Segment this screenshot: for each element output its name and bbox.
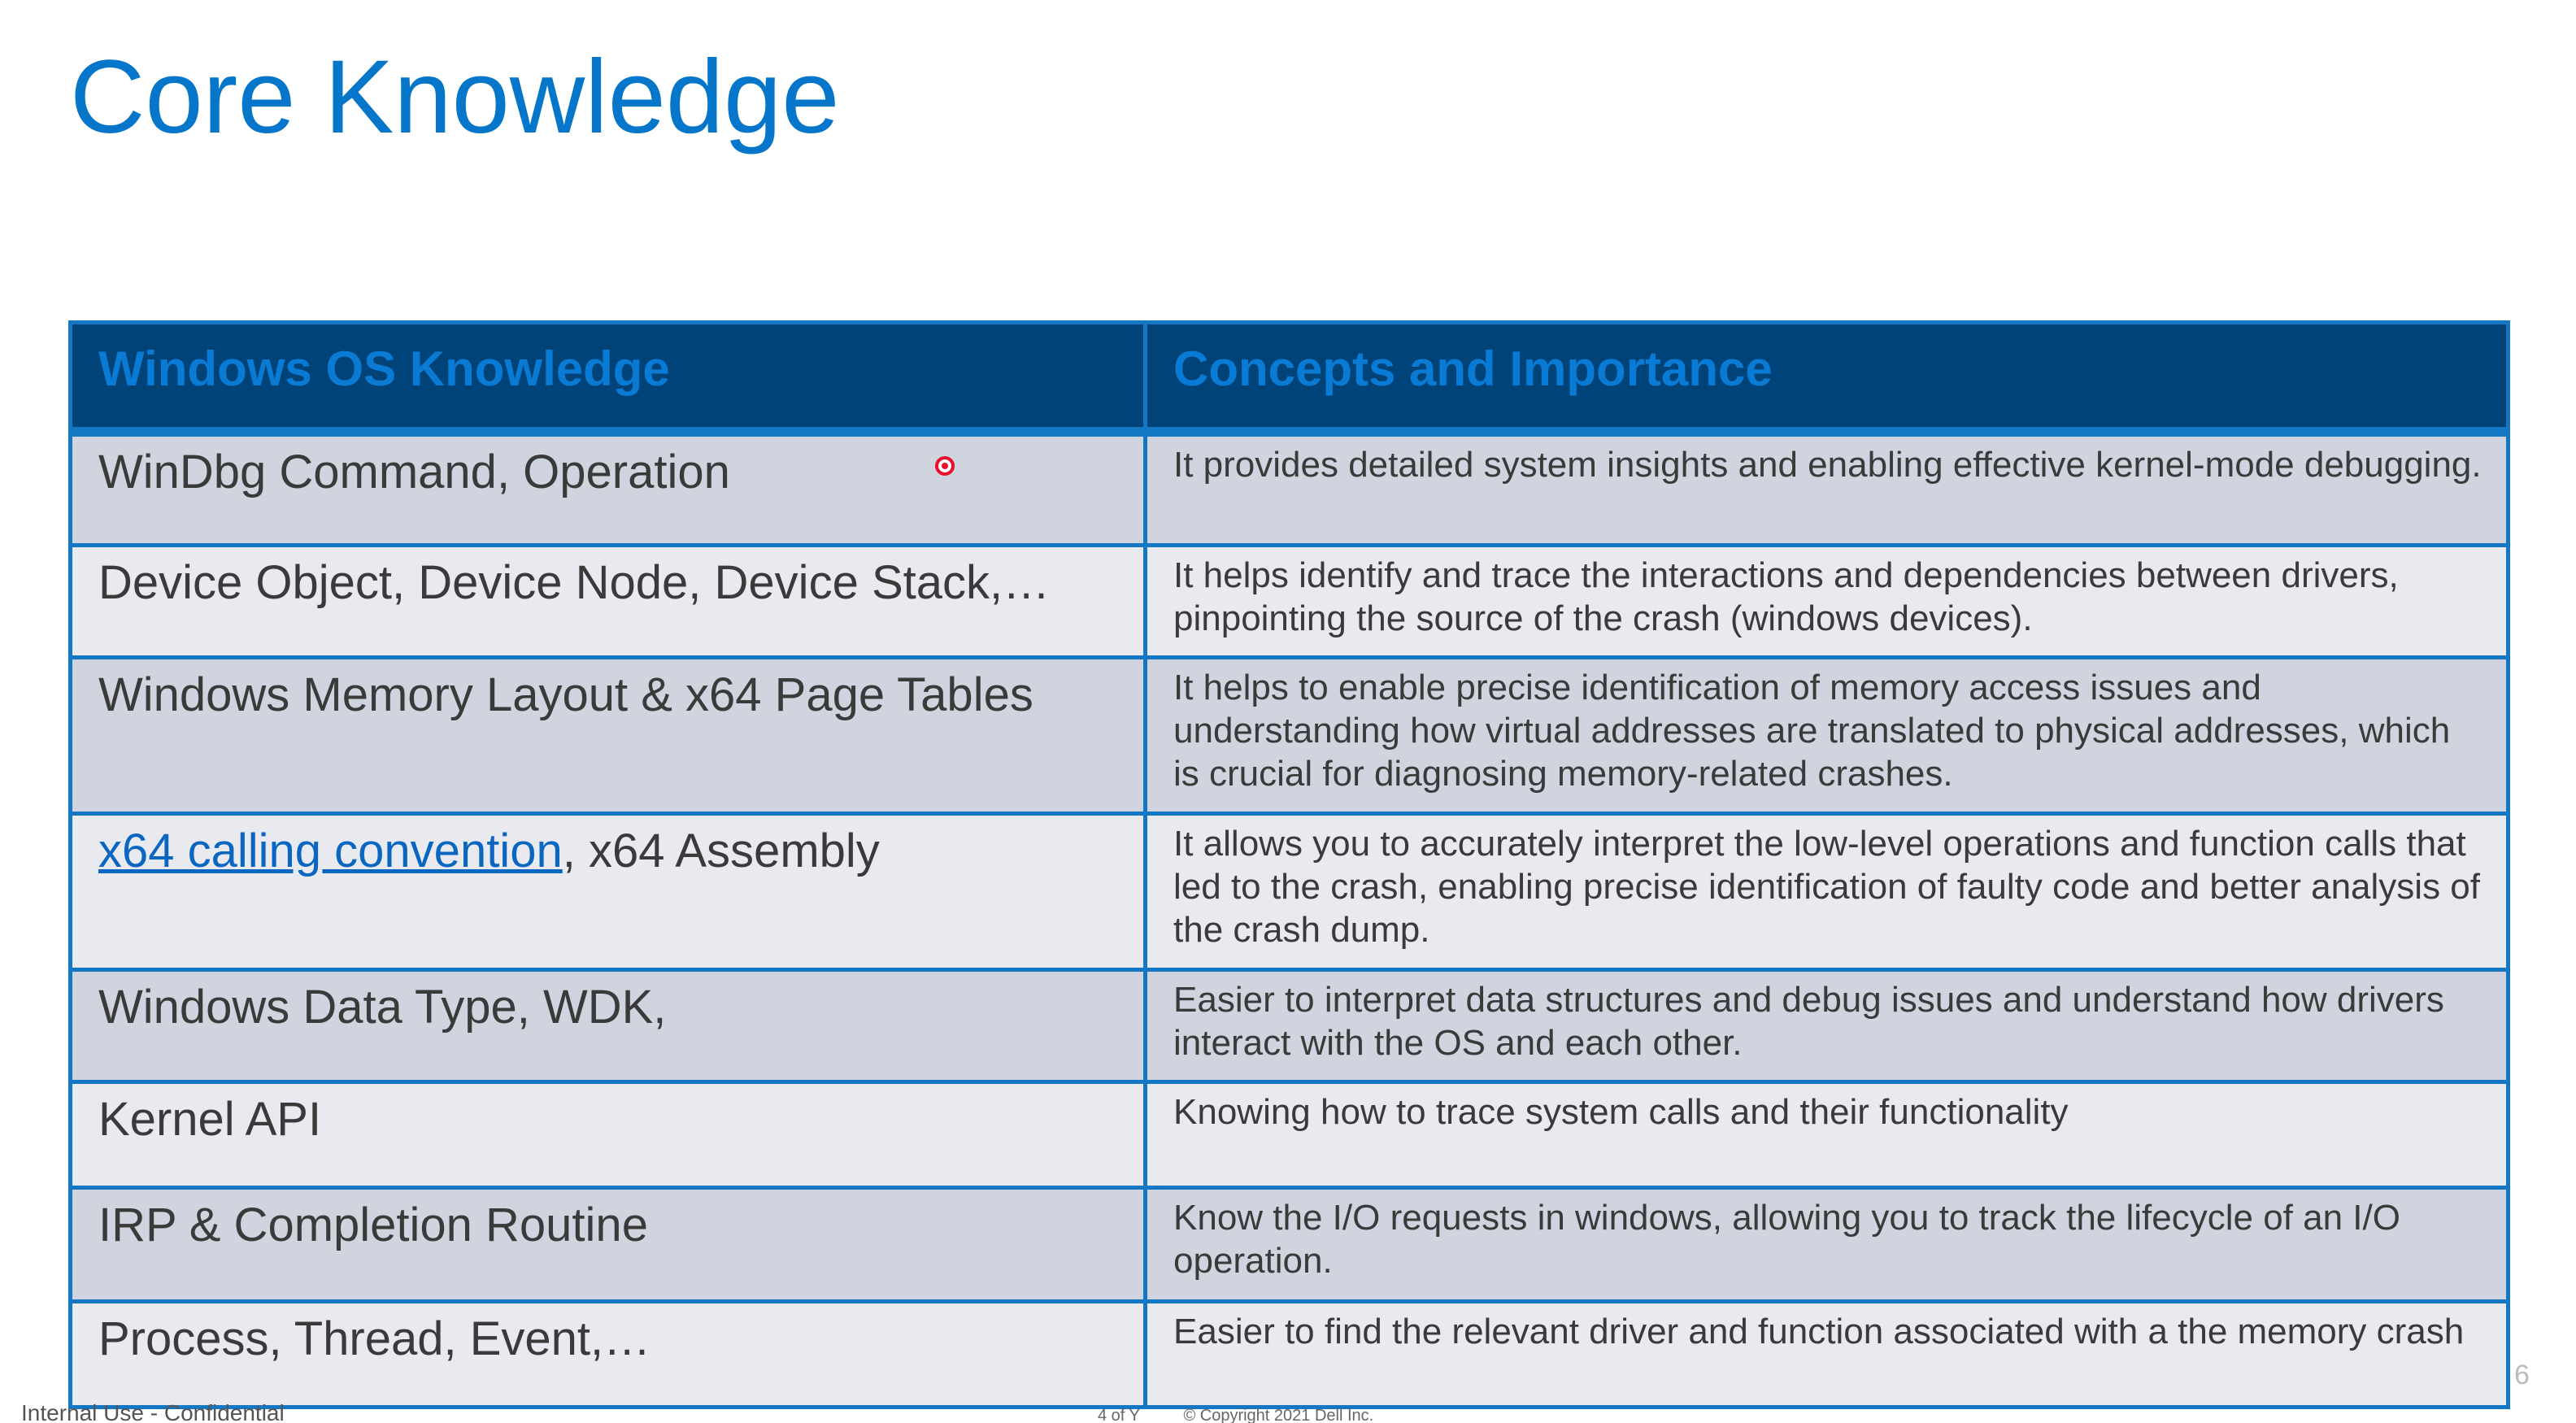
slide-title: Core Knowledge	[70, 39, 840, 155]
concept-cell: Easier to find the relevant driver and f…	[1143, 1299, 2510, 1409]
page-number: 6	[2514, 1360, 2530, 1390]
topic-rest-text: , x64 Assembly	[562, 825, 880, 877]
table-row: WinDbg Command, Operation It provides de…	[68, 429, 2510, 547]
topic-cell: Device Object, Device Node, Device Stack…	[68, 543, 1147, 659]
concept-cell: Knowing how to trace system calls and th…	[1143, 1080, 2510, 1190]
concept-cell: Easier to interpret data structures and …	[1143, 968, 2510, 1084]
table-header-row: Windows OS Knowledge Concepts and Import…	[68, 320, 2510, 437]
topic-cell: x64 calling convention, x64 Assembly	[68, 812, 1147, 972]
topic-cell: Process, Thread, Event,…	[68, 1299, 1147, 1409]
header-concepts-importance: Concepts and Importance	[1143, 320, 2510, 437]
table-row: Windows Data Type, WDK, Easier to interp…	[68, 968, 2510, 1084]
concept-cell: It provides detailed system insights and…	[1143, 429, 2510, 547]
x64-calling-convention-link[interactable]: x64 calling convention	[98, 825, 563, 877]
table-row: Process, Thread, Event,… Easier to find …	[68, 1299, 2510, 1409]
footer-classification: Internal Use - Confidential	[21, 1400, 285, 1423]
footer-copyright: © Copyright 2021 Dell Inc.	[1183, 1407, 1374, 1423]
concept-cell: It helps to enable precise identificatio…	[1143, 655, 2510, 816]
table-row: Windows Memory Layout & x64 Page Tables …	[68, 655, 2510, 816]
table-row: Device Object, Device Node, Device Stack…	[68, 543, 2510, 659]
footer-page-of: 4 of Y	[1098, 1407, 1140, 1423]
concept-cell: It helps identify and trace the interact…	[1143, 543, 2510, 659]
presentation-slide: Core Knowledge Windows OS Knowledge Conc…	[0, 0, 2576, 1423]
knowledge-table: Windows OS Knowledge Concepts and Import…	[68, 320, 2510, 1409]
table-row: IRP & Completion Routine Know the I/O re…	[68, 1186, 2510, 1303]
concept-cell: It allows you to accurately interpret th…	[1143, 812, 2510, 972]
topic-cell: Windows Data Type, WDK,	[68, 968, 1147, 1084]
footer-info: 4 of Y © Copyright 2021 Dell Inc.	[1098, 1407, 1412, 1423]
table-row: Kernel API Knowing how to trace system c…	[68, 1080, 2510, 1190]
topic-cell: IRP & Completion Routine	[68, 1186, 1147, 1303]
topic-cell: Kernel API	[68, 1080, 1147, 1190]
topic-cell: WinDbg Command, Operation	[68, 429, 1147, 547]
header-windows-os-knowledge: Windows OS Knowledge	[68, 320, 1147, 437]
concept-cell: Know the I/O requests in windows, allowi…	[1143, 1186, 2510, 1303]
topic-cell: Windows Memory Layout & x64 Page Tables	[68, 655, 1147, 816]
laser-pointer-icon	[935, 456, 955, 476]
table-row: x64 calling convention, x64 Assembly It …	[68, 812, 2510, 972]
